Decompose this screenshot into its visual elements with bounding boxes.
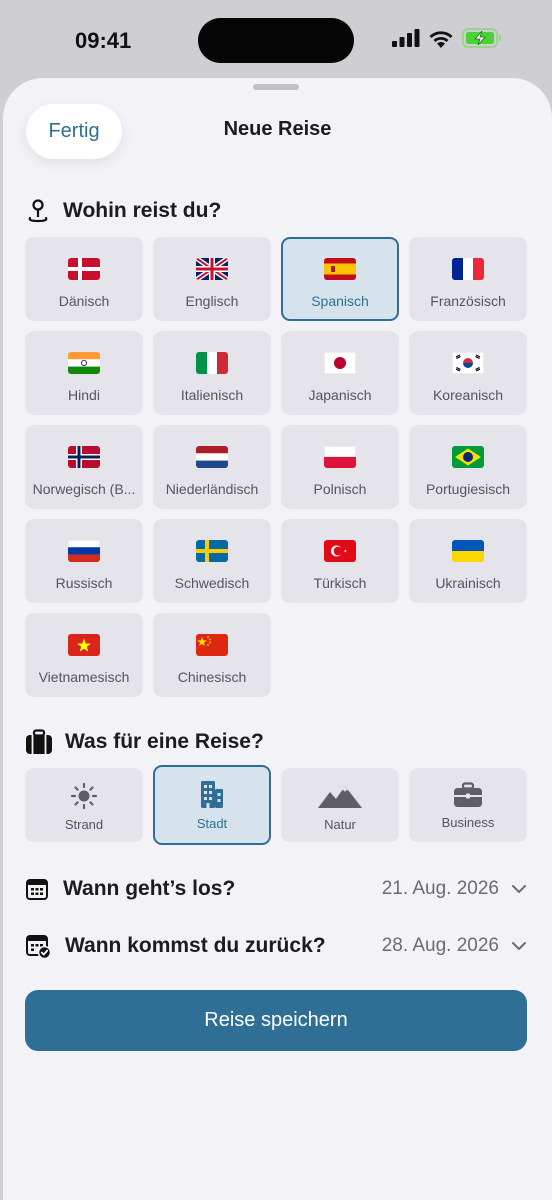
language-label: Chinesisch — [177, 669, 247, 685]
language-card-dutch[interactable]: Niederländisch — [153, 425, 271, 509]
language-label: Englisch — [185, 293, 239, 309]
language-label: Dänisch — [58, 293, 110, 309]
language-label: Hindi — [68, 387, 100, 403]
language-card-french[interactable]: Französisch — [409, 237, 527, 321]
china-flag-icon — [196, 634, 228, 656]
status-icons — [392, 28, 502, 48]
language-card-chinese[interactable]: Chinesisch — [153, 613, 271, 697]
trip-type-grid: Strand Stadt Natur Business — [25, 765, 527, 845]
end-date-value[interactable]: 28. Aug. 2026 — [382, 935, 499, 957]
france-flag-icon — [452, 258, 484, 280]
map-pin-icon — [28, 199, 48, 223]
calendar-icon — [26, 879, 48, 900]
destination-header: Wohin reist du? — [25, 198, 221, 224]
end-date-label: Wann kommst du zurück? — [65, 934, 326, 957]
sun-icon — [70, 782, 98, 810]
language-card-korean[interactable]: Koreanisch — [409, 331, 527, 415]
calendar-check-icon — [26, 935, 51, 959]
language-card-japanese[interactable]: Japanisch — [281, 331, 399, 415]
language-label: Schwedisch — [174, 575, 250, 591]
language-label: Koreanisch — [432, 387, 504, 403]
language-label: Russisch — [55, 575, 113, 591]
language-card-norwegian[interactable]: Norwegisch (B... — [25, 425, 143, 509]
destination-heading: Wohin reist du? — [63, 199, 222, 222]
poland-flag-icon — [324, 446, 356, 468]
language-card-italian[interactable]: Italienisch — [153, 331, 271, 415]
trip-type-nature[interactable]: Natur — [281, 768, 399, 842]
russia-flag-icon — [68, 540, 100, 562]
chevron-down-icon — [512, 885, 526, 893]
language-label: Türkisch — [313, 575, 367, 591]
language-card-polish[interactable]: Polnisch — [281, 425, 399, 509]
start-date-row[interactable]: Wann geht’s los? 21. Aug. 2026 — [25, 869, 527, 909]
uk-flag-icon — [196, 258, 228, 280]
india-flag-icon — [68, 352, 100, 374]
page-title: Neue Reise — [223, 118, 332, 140]
spain-flag-icon — [324, 258, 356, 280]
language-label: Portugiesisch — [425, 481, 511, 497]
japan-flag-icon — [324, 352, 356, 374]
trip-type-business[interactable]: Business — [409, 768, 527, 842]
language-label: Spanisch — [311, 293, 369, 309]
vietnam-flag-icon — [68, 634, 100, 656]
trip-type-label: Business — [441, 815, 495, 830]
cellular-signal-icon — [392, 29, 420, 47]
trip-type-header: Was für eine Reise? — [25, 729, 264, 755]
start-date-label: Wann geht’s los? — [63, 877, 236, 900]
trip-type-label: Strand — [64, 817, 104, 832]
trip-type-label: Natur — [324, 817, 356, 832]
sweden-flag-icon — [196, 540, 228, 562]
status-time: 09:41 — [75, 28, 132, 53]
new-trip-sheet: Fertig Neue Reise Wohin reist du? Dänisc… — [3, 78, 552, 1200]
language-label: Französisch — [430, 293, 506, 309]
language-card-swedish[interactable]: Schwedisch — [153, 519, 271, 603]
language-label: Niederländisch — [165, 481, 259, 497]
language-card-portuguese[interactable]: Portugiesisch — [409, 425, 527, 509]
denmark-flag-icon — [68, 258, 100, 280]
wifi-icon — [429, 30, 453, 48]
trip-type-heading: Was für eine Reise? — [65, 730, 264, 753]
trip-type-beach[interactable]: Strand — [25, 768, 143, 842]
trip-type-label: Stadt — [196, 816, 228, 831]
language-card-vietnamese[interactable]: Vietnamesisch — [25, 613, 143, 697]
briefcase-icon — [454, 782, 482, 807]
ukraine-flag-icon — [452, 540, 484, 562]
language-label: Ukrainisch — [435, 575, 501, 591]
start-date-value[interactable]: 21. Aug. 2026 — [382, 878, 499, 900]
language-label: Norwegisch (B... — [32, 481, 136, 497]
language-card-russian[interactable]: Russisch — [25, 519, 143, 603]
language-label: Italienisch — [180, 387, 244, 403]
dynamic-island — [198, 18, 354, 63]
norway-flag-icon — [68, 446, 100, 468]
language-card-danish[interactable]: Dänisch — [25, 237, 143, 321]
language-label: Vietnamesisch — [38, 669, 130, 685]
italy-flag-icon — [196, 352, 228, 374]
suitcase-icon — [26, 729, 52, 754]
language-card-spanish[interactable]: Spanisch — [281, 237, 399, 321]
status-bar: 09:41 — [0, 0, 552, 80]
end-date-row[interactable]: Wann kommst du zurück? 28. Aug. 2026 — [25, 926, 527, 966]
language-grid: Dänisch Englisch Spanisch Französisch Hi… — [25, 237, 527, 697]
turkey-flag-icon — [324, 540, 356, 562]
language-card-turkish[interactable]: Türkisch — [281, 519, 399, 603]
language-card-english[interactable]: Englisch — [153, 237, 271, 321]
korea-flag-icon — [452, 352, 484, 374]
city-building-icon — [201, 781, 223, 808]
language-card-ukrainian[interactable]: Ukrainisch — [409, 519, 527, 603]
sheet-grabber[interactable] — [253, 84, 299, 90]
language-label: Japanisch — [308, 387, 372, 403]
language-card-hindi[interactable]: Hindi — [25, 331, 143, 415]
save-trip-button[interactable]: Reise speichern — [25, 990, 527, 1051]
language-label: Polnisch — [313, 481, 367, 497]
mountains-icon — [318, 786, 362, 808]
netherlands-flag-icon — [196, 446, 228, 468]
battery-charging-icon — [462, 28, 501, 48]
brazil-flag-icon — [452, 446, 484, 468]
trip-type-city[interactable]: Stadt — [153, 765, 271, 845]
chevron-down-icon — [512, 942, 526, 950]
